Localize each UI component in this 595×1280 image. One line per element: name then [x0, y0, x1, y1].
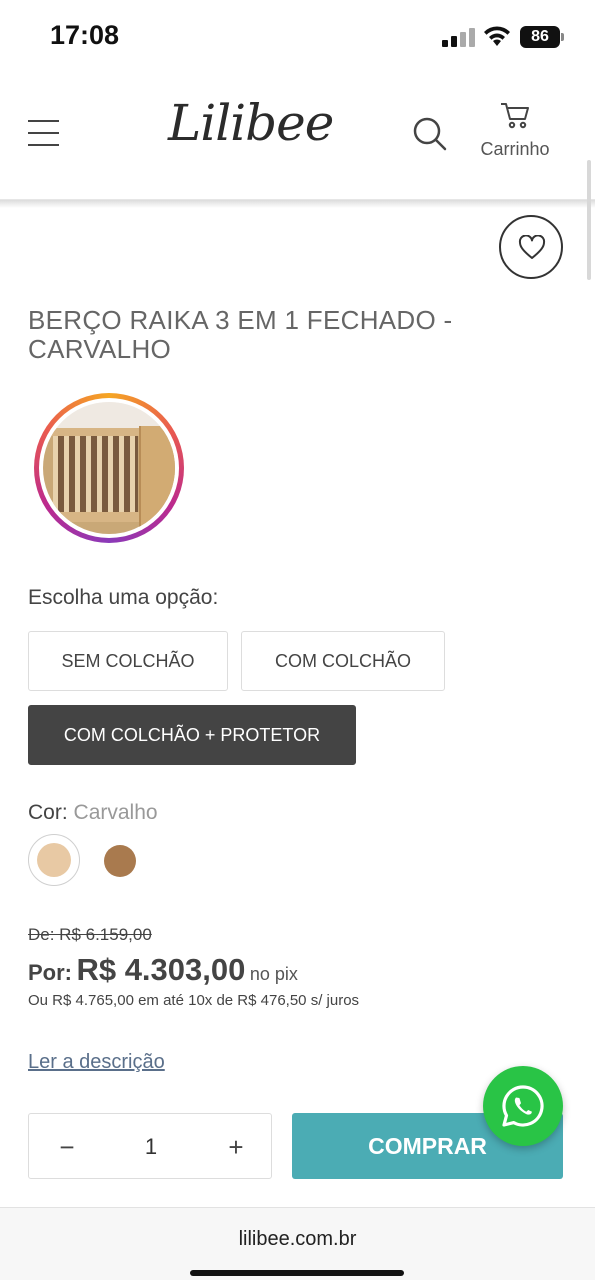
battery-level: 86 [520, 26, 560, 48]
status-time: 17:08 [50, 20, 120, 50]
price-row: Por: R$ 4.303,00 no pix [28, 952, 298, 988]
swatch-amadeirado[interactable] [104, 845, 136, 877]
color-label-key: Cor: [28, 801, 68, 824]
product-story-thumbnail[interactable] [34, 393, 184, 543]
scrollbar[interactable] [587, 160, 591, 280]
cart-icon [501, 103, 529, 129]
quantity-stepper: − 1 + [28, 1113, 272, 1179]
quantity-increase-button[interactable]: + [216, 1130, 256, 1164]
option-com-colchao[interactable]: COM COLCHÃO [241, 631, 445, 691]
old-price: De: R$ 6.159,00 [28, 925, 152, 944]
favorite-button[interactable] [499, 215, 563, 279]
whatsapp-icon [502, 1085, 544, 1127]
color-value: Carvalho [73, 801, 158, 824]
search-icon[interactable] [410, 114, 450, 154]
option-sem-colchao[interactable]: SEM COLCHÃO [28, 631, 228, 691]
site-header: Lilibee Carrinho [0, 76, 595, 200]
price-prefix: Por: [28, 960, 72, 985]
option-label: Escolha uma opção: [28, 586, 219, 609]
menu-icon[interactable] [28, 118, 60, 148]
color-label: Cor: Carvalho [28, 801, 158, 825]
status-bar: 17:08 86 [0, 0, 595, 76]
wifi-icon [482, 24, 512, 48]
swatch-carvalho[interactable] [28, 834, 80, 886]
option-com-colchao-protetor[interactable]: COM COLCHÃO + PROTETOR [28, 705, 356, 765]
crib-image [43, 402, 175, 534]
header-shadow [0, 200, 595, 208]
whatsapp-button[interactable] [483, 1066, 563, 1146]
url-text: lilibee.com.br [238, 1228, 357, 1250]
price-suffix: no pix [249, 964, 298, 984]
home-indicator[interactable] [190, 1270, 404, 1276]
quantity-decrease-button[interactable]: − [47, 1130, 87, 1164]
product-title: BERÇO RAIKA 3 EM 1 FECHADO - CARVALHO [28, 305, 453, 364]
signal-icon [442, 27, 476, 47]
quantity-value[interactable]: 1 [129, 1130, 173, 1164]
price-main: R$ 4.303,00 [76, 952, 246, 987]
read-description-link[interactable]: Ler a descrição [28, 1051, 165, 1074]
cart-button[interactable]: Carrinho [470, 100, 560, 170]
site-logo[interactable]: Lilibee [168, 94, 334, 164]
installments-text: Ou R$ 4.765,00 em até 10x de R$ 476,50 s… [28, 992, 360, 1009]
cart-label: Carrinho [480, 139, 550, 159]
battery-icon: 86 [520, 26, 564, 48]
heart-icon [518, 235, 546, 259]
browser-url-bar[interactable]: lilibee.com.br [0, 1207, 595, 1280]
